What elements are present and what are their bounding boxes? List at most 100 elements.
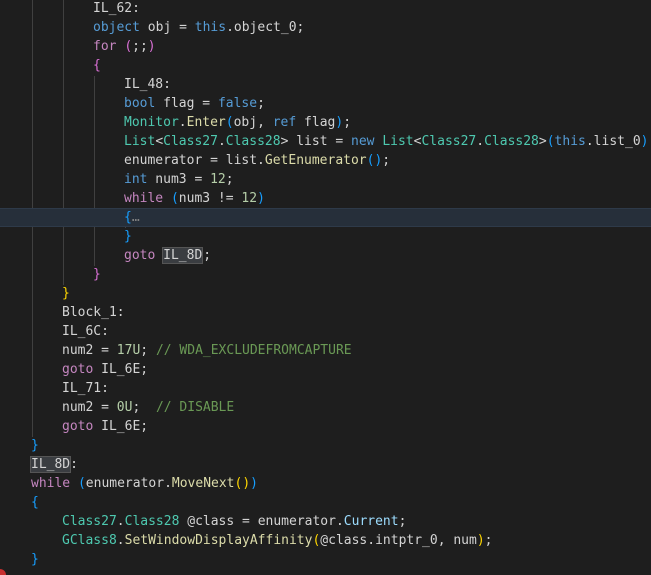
code-token: Class27 xyxy=(62,514,117,529)
code-token: @class.intptr_0, num xyxy=(320,533,477,548)
code-line[interactable]: int num3 = 12; xyxy=(0,170,651,189)
code-token: . xyxy=(116,533,125,548)
code-token: SetWindowDisplayAffinity xyxy=(124,533,313,548)
code-token: bool xyxy=(124,96,156,111)
code-token: : xyxy=(70,457,78,472)
code-line[interactable]: num2 = 0U; // DISABLE xyxy=(0,398,651,417)
code-token: ( xyxy=(225,115,234,130)
code-line[interactable]: goto IL_6E; xyxy=(0,360,651,379)
code-token: IL_6E; xyxy=(93,419,149,434)
code-token: . xyxy=(116,514,125,529)
code-line[interactable]: IL_8D: xyxy=(0,455,651,474)
code-token: enumerator. xyxy=(85,476,172,491)
code-token: () xyxy=(366,153,383,168)
code-line-current[interactable]: {… xyxy=(0,208,651,227)
code-token: this xyxy=(554,134,586,149)
code-token: ( xyxy=(170,191,179,206)
code-token: < xyxy=(155,134,164,149)
code-token: { xyxy=(124,210,132,225)
code-token: ) xyxy=(335,115,344,130)
code-token: num3 = xyxy=(147,172,211,187)
code-token: ; xyxy=(257,96,265,111)
code-line[interactable]: Block_1: xyxy=(0,303,651,322)
code-line[interactable]: { xyxy=(0,56,651,75)
code-token: Class28 xyxy=(225,134,281,149)
code-line[interactable]: } xyxy=(0,436,651,455)
code-token: ; xyxy=(225,172,234,187)
code-line[interactable]: num2 = 17U; // WDA_EXCLUDEFROMCAPTURE xyxy=(0,341,651,360)
code-line[interactable]: while (num3 != 12) xyxy=(0,189,651,208)
code-line[interactable]: goto IL_8D; xyxy=(0,246,651,265)
code-token: 0U xyxy=(116,400,133,415)
code-token: Class28 xyxy=(484,134,539,149)
code-token: .object_0; xyxy=(226,20,305,35)
code-token: … xyxy=(131,210,140,225)
code-token: } xyxy=(62,286,70,301)
code-token: false xyxy=(217,96,258,111)
code-token: GetEnumerator xyxy=(264,153,367,168)
code-line[interactable]: Monitor.Enter(obj, ref flag); xyxy=(0,113,651,132)
code-token: Class27 xyxy=(163,134,218,149)
code-token: ; xyxy=(203,248,212,263)
code-token: ) xyxy=(257,191,265,206)
code-line[interactable]: enumerator = list.GetEnumerator(); xyxy=(0,151,651,170)
code-line[interactable]: IL_71: xyxy=(0,379,651,398)
code-token: } xyxy=(31,552,39,567)
code-token: () xyxy=(234,476,251,491)
code-token: object xyxy=(93,20,140,35)
code-token: flag xyxy=(296,115,336,130)
code-line[interactable]: Class27.Class28 @class = enumerator.Curr… xyxy=(0,512,651,531)
code-line[interactable]: } xyxy=(0,284,651,303)
code-line[interactable]: goto IL_6E; xyxy=(0,417,651,436)
code-token: ; xyxy=(343,115,352,130)
code-line[interactable]: bool flag = false; xyxy=(0,94,651,113)
code-token: goto xyxy=(124,248,156,263)
code-token: Monitor xyxy=(124,115,179,130)
code-line[interactable]: IL_6C: xyxy=(0,322,651,341)
code-token: 17U xyxy=(116,343,141,358)
code-token: int xyxy=(124,172,148,187)
code-token: } xyxy=(93,267,101,282)
code-line[interactable]: List<Class27.Class28> list = new List<Cl… xyxy=(0,132,651,151)
code-token: ; xyxy=(140,343,156,358)
code-token: IL_71: xyxy=(62,381,109,396)
code-token: flag = xyxy=(155,96,218,111)
code-line[interactable]: while (enumerator.MoveNext()) xyxy=(0,474,651,493)
code-line[interactable]: } xyxy=(0,227,651,246)
code-token: . xyxy=(217,134,226,149)
code-token: { xyxy=(31,495,39,510)
code-token: > xyxy=(538,134,547,149)
code-token: ( xyxy=(77,476,86,491)
code-token: IL_6E; xyxy=(93,362,149,377)
code-token: ) xyxy=(476,533,485,548)
code-line[interactable]: { xyxy=(0,493,651,512)
code-token: ( xyxy=(124,39,133,54)
code-token: ; xyxy=(132,400,156,415)
code-token: } xyxy=(31,438,39,453)
code-token: goto xyxy=(62,419,94,434)
code-line[interactable]: IL_48: xyxy=(0,75,651,94)
code-token: > list = xyxy=(280,134,352,149)
code-line[interactable]: } xyxy=(0,550,651,569)
code-token: . xyxy=(178,115,187,130)
code-token: num2 = xyxy=(62,400,117,415)
code-token: new xyxy=(351,134,375,149)
code-editor[interactable]: IL_62: object obj = this.object_0; for (;;… xyxy=(0,0,651,575)
code-token: for xyxy=(93,39,117,54)
code-token: IL_8D xyxy=(162,247,204,264)
code-line[interactable]: IL_62: xyxy=(0,0,651,18)
code-token: ref xyxy=(272,115,297,130)
code-line[interactable]: GClass8.SetWindowDisplayAffinity(@class.… xyxy=(0,531,651,550)
code-line[interactable]: for (;;) xyxy=(0,37,651,56)
code-token: // WDA_EXCLUDEFROMCAPTURE xyxy=(155,343,352,358)
code-token: IL_6C: xyxy=(62,324,109,339)
code-line[interactable]: object obj = this.object_0; xyxy=(0,18,651,37)
code-token: ( xyxy=(546,134,555,149)
code-token: @class = enumerator. xyxy=(179,514,344,529)
code-token: this xyxy=(194,20,227,35)
code-token: while xyxy=(31,476,71,491)
code-line[interactable]: } xyxy=(0,265,651,284)
code-token: . xyxy=(476,134,485,149)
